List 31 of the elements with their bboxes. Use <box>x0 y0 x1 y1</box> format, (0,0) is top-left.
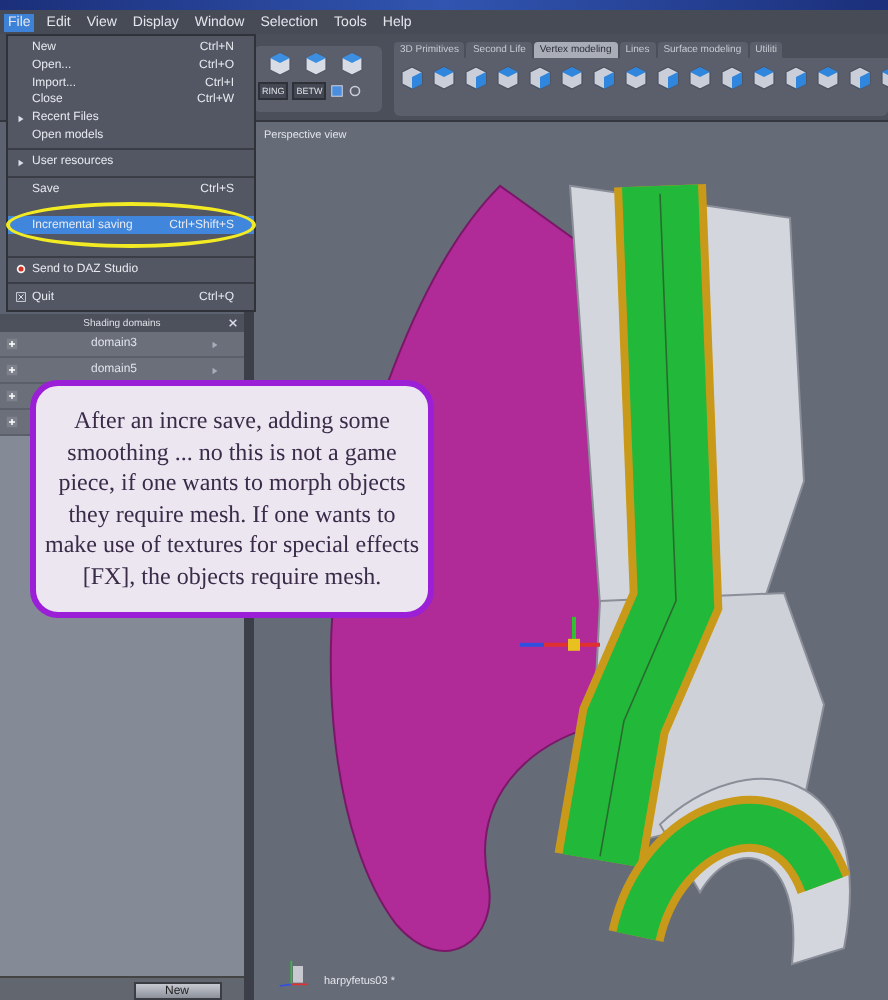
cube-icon[interactable] <box>782 64 810 92</box>
cube-icon[interactable] <box>622 64 650 92</box>
cube-icon[interactable] <box>718 64 746 92</box>
cube-icon[interactable] <box>430 64 458 92</box>
cube-icon[interactable] <box>494 64 522 92</box>
plus-icon[interactable] <box>6 364 18 376</box>
transform-gizmo-icon[interactable] <box>520 616 600 651</box>
loop-icon[interactable] <box>348 84 363 98</box>
cube-icon[interactable] <box>590 64 618 92</box>
cube-icon[interactable] <box>686 64 714 92</box>
cube-icon[interactable] <box>526 64 554 92</box>
submenu-arrow-icon <box>15 157 25 168</box>
plus-icon[interactable] <box>6 416 18 428</box>
cube-icon[interactable] <box>462 64 490 92</box>
cube-icon[interactable] <box>302 50 330 78</box>
cube-icon[interactable] <box>266 50 294 78</box>
cube-icon[interactable] <box>558 64 586 92</box>
submenu-arrow-icon <box>15 113 25 124</box>
cube-icon[interactable] <box>750 64 778 92</box>
plus-icon[interactable] <box>6 390 18 402</box>
cube-icon[interactable] <box>814 64 842 92</box>
cube-icon[interactable] <box>846 64 874 92</box>
square-icon[interactable] <box>330 84 345 98</box>
callout-text: After an incre save, adding some smoothing ... no this is not a game piece, if one wants to morph objects they require mesh. If one wants to make use of textures for special effects [FX], the objects require mesh. <box>42 406 422 592</box>
plus-icon[interactable] <box>6 338 18 350</box>
close-icon[interactable] <box>228 318 238 328</box>
cube-icon[interactable] <box>654 64 682 92</box>
circle-icon <box>15 264 25 275</box>
close-icon <box>15 292 25 303</box>
cube-icon[interactable] <box>398 64 426 92</box>
cube-icon[interactable] <box>338 50 366 78</box>
